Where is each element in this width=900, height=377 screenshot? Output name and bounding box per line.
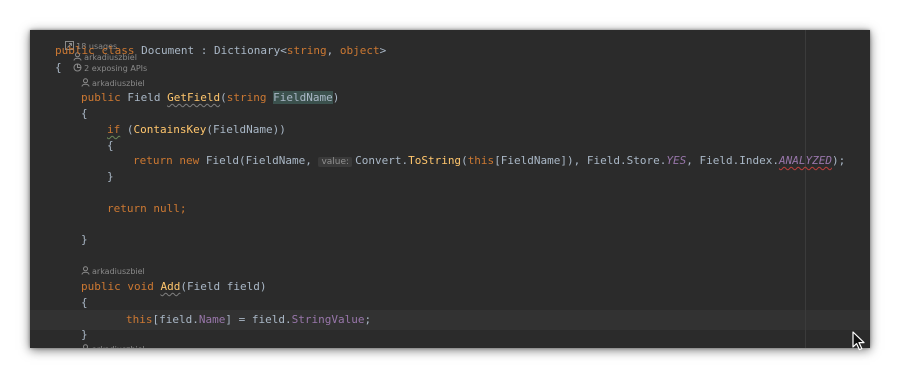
author-label: arkadiuszbiel <box>92 79 145 88</box>
apis-lens[interactable]: 2 exposing APIs <box>73 63 148 73</box>
code-editor[interactable]: 18 usages arkadiuszbiel 2 exposing APIs … <box>30 30 870 348</box>
api-icon <box>73 63 82 72</box>
getfield-author-lens[interactable]: arkadiuszbiel <box>81 78 145 89</box>
code-line-class-open[interactable]: { <box>55 61 62 75</box>
next-author-lens[interactable]: arkadiuszbiel <box>81 344 145 348</box>
add-author-lens[interactable]: arkadiuszbiel <box>81 266 145 277</box>
code-line-add-close[interactable]: } <box>81 328 88 342</box>
code-line-if[interactable]: if (ContainsKey(FieldName)) <box>107 123 286 137</box>
code-line-assign[interactable]: this[field.Name] = field.StringValue; <box>126 313 371 327</box>
mouse-pointer-icon <box>852 331 865 351</box>
author-label: arkadiuszbiel <box>92 267 145 276</box>
fieldname-param: FieldName <box>273 91 333 104</box>
code-line-getfield-sig[interactable]: public Field GetField(string FieldName) <box>81 91 339 105</box>
code-line-class-decl[interactable]: public class Document : Dictionary<strin… <box>55 44 386 58</box>
apis-label: 2 exposing APIs <box>84 64 148 73</box>
code-line-if-open[interactable]: { <box>107 139 114 153</box>
code-line-return-null[interactable]: return null; <box>107 202 187 216</box>
add-method-name: Add <box>160 280 181 293</box>
code-line-if-close[interactable]: } <box>107 170 114 184</box>
if-keyword: if <box>107 123 121 136</box>
code-line-add-open[interactable]: { <box>81 296 88 310</box>
code-line-return-new[interactable]: return new Field(FieldName, value: Conver… <box>133 154 845 169</box>
author-label: arkadiuszbiel <box>92 345 145 348</box>
code-line-getfield-open[interactable]: { <box>81 107 88 121</box>
analyzed-enum-error: ANALYZED <box>778 154 832 167</box>
code-line-getfield-close[interactable]: } <box>81 233 88 247</box>
code-line-add-sig[interactable]: public void Add(Field field) <box>81 280 266 294</box>
right-margin-guide <box>805 30 806 348</box>
getfield-method-name: GetField <box>167 91 221 104</box>
user-icon <box>81 78 90 87</box>
user-icon <box>81 344 90 348</box>
user-icon <box>81 266 90 275</box>
parameter-hint: value: <box>318 157 353 167</box>
